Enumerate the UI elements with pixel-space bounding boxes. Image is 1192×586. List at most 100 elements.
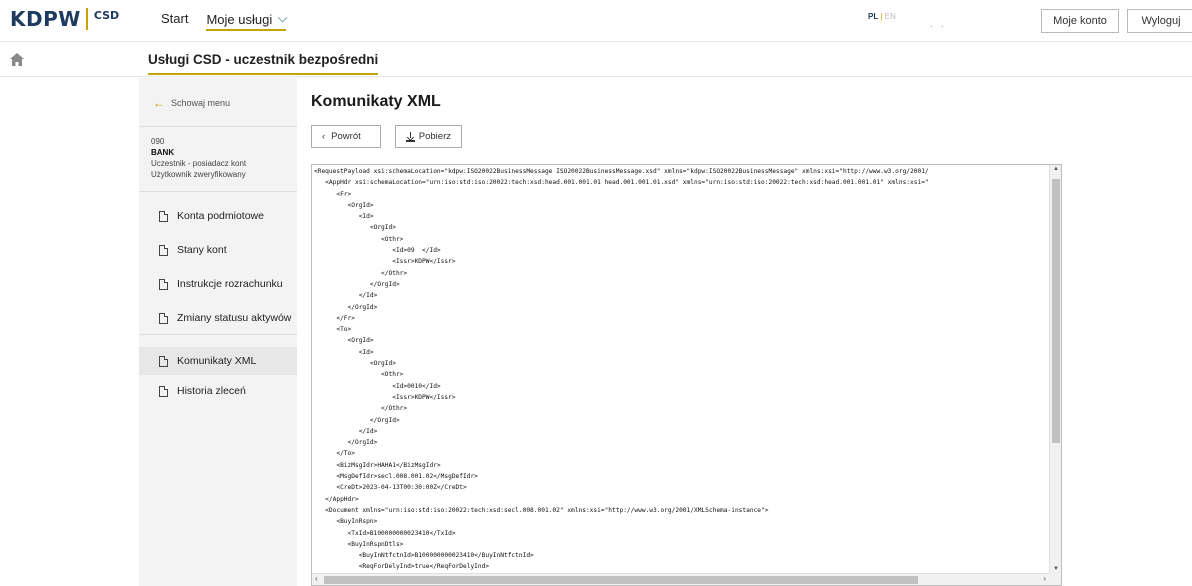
- xml-line: <BizMsgIdr>HAHA1</BizMsgIdr>: [314, 461, 441, 469]
- xml-line: <BuyInRspn>: [314, 518, 378, 526]
- sidebar-item-zmiany-statusu-aktywow[interactable]: Zmiany statusu aktywów: [139, 304, 297, 332]
- xml-line: <Othr>: [314, 371, 404, 379]
- sidebar-item-label: Konta podmiotowe: [177, 210, 264, 222]
- document-icon: [159, 312, 168, 324]
- xml-line: <Issr>KDPW</Issr>: [314, 393, 456, 401]
- download-button[interactable]: Pobierz: [395, 125, 462, 148]
- xml-line: <BuyInNtfctnId>B100000000023410</BuyInNt…: [314, 552, 534, 560]
- my-account-button[interactable]: Moje konto: [1041, 9, 1119, 33]
- sub-header: Usługi CSD - uczestnik bezpośredni: [0, 43, 1192, 77]
- xml-line: <Document xmlns="urn:iso:std:iso:20022:t…: [314, 506, 769, 514]
- xml-line: <MsgDefIdr>secl.008.001.02</MsgDefIdr>: [314, 473, 478, 481]
- home-icon[interactable]: [10, 53, 24, 66]
- xml-line: </Othr>: [314, 405, 408, 413]
- user-status: Użytkownik zweryfikowany: [151, 170, 246, 179]
- user-info: 090 BANK Uczestnik - posiadacz kont Użyt…: [151, 136, 246, 180]
- xml-line: </OrgId>: [314, 416, 400, 424]
- nav-start[interactable]: Start: [161, 11, 188, 31]
- xml-line: </AppHdr>: [314, 495, 359, 503]
- xml-line: <Id>: [314, 213, 374, 221]
- vertical-scroll-thumb[interactable]: [1052, 179, 1060, 443]
- download-label: Pobierz: [418, 131, 451, 142]
- sidebar-item-label: Instrukcje rozrachunku: [177, 278, 283, 290]
- xml-line: <Fr>: [314, 190, 352, 198]
- scroll-down-icon[interactable]: ▼: [1053, 566, 1059, 572]
- divider: [139, 191, 297, 192]
- scroll-up-icon[interactable]: ▲: [1053, 166, 1059, 172]
- xml-line: <OrgId>: [314, 337, 374, 345]
- lang-en[interactable]: EN: [885, 12, 896, 21]
- xml-line: </To>: [314, 450, 355, 458]
- arrow-left-icon: ←: [153, 96, 165, 110]
- divider: [139, 334, 297, 335]
- logo-sub: CSD: [93, 9, 120, 22]
- kdpw-logo[interactable]: KDPW CSD: [10, 7, 119, 31]
- download-icon: [406, 131, 415, 142]
- sidebar-item-komunikaty-xml[interactable]: Komunikaty XML: [139, 347, 297, 375]
- sidebar-item-instrukcje-rozrachunku[interactable]: Instrukcje rozrachunku: [139, 270, 297, 298]
- chevron-left-icon: ‹: [322, 131, 326, 142]
- horizontal-scroll-thumb[interactable]: [324, 576, 918, 584]
- lang-separator: |: [880, 12, 883, 21]
- sidebar: ← Schowaj menu 090 BANK Uczestnik - posi…: [139, 78, 297, 586]
- xml-line: <To>: [314, 326, 352, 334]
- document-icon: [159, 244, 168, 256]
- logo-text: KDPW: [10, 7, 81, 31]
- top-bar: KDPW CSD Start Moje usługi PL | EN · · M…: [0, 0, 1192, 42]
- hide-menu-label: Schowaj menu: [171, 98, 231, 108]
- document-icon: [159, 385, 168, 397]
- xml-line: <Othr>: [314, 235, 404, 243]
- document-icon: [159, 278, 168, 290]
- sidebar-item-label: Komunikaty XML: [177, 355, 257, 367]
- sidebar-item-historia-zlecen[interactable]: Historia zleceń: [139, 377, 297, 405]
- xml-line: <Issr>KDPW</Issr>: [314, 258, 456, 266]
- vertical-scrollbar[interactable]: ▲ ▼: [1049, 165, 1061, 573]
- xml-line: <OrgId>: [314, 201, 374, 209]
- xml-line: </Fr>: [314, 314, 355, 322]
- horizontal-scrollbar[interactable]: ‹ ›: [312, 573, 1049, 585]
- lang-pl[interactable]: PL: [868, 12, 878, 21]
- document-icon: [159, 355, 168, 367]
- sidebar-item-label: Historia zleceń: [177, 385, 246, 397]
- xml-viewer[interactable]: <RequestPayload xsi:schemaLocation="kdpw…: [311, 164, 1062, 586]
- section-title: Usługi CSD - uczestnik bezpośredni: [148, 52, 379, 75]
- divider: [139, 126, 297, 127]
- hide-menu-button[interactable]: ← Schowaj menu: [153, 96, 230, 110]
- xml-line: </Othr>: [314, 269, 408, 277]
- logout-button[interactable]: Wyloguj: [1127, 9, 1192, 33]
- xml-line: <Id>: [314, 348, 374, 356]
- sidebar-item-stany-kont[interactable]: Stany kont: [139, 236, 297, 264]
- xml-line: <AppHdr xsi:schemaLocation="urn:iso:std:…: [314, 179, 929, 187]
- scroll-right-icon[interactable]: ›: [1043, 574, 1046, 583]
- xml-line: <CreDt>2023-04-13T00:30:00Z</CreDt>: [314, 484, 467, 492]
- xml-line: <RequestPayload xsi:schemaLocation="kdpw…: [314, 168, 929, 175]
- xml-line: </Id>: [314, 427, 378, 435]
- user-code: 090: [151, 137, 165, 146]
- back-button[interactable]: ‹ Powrót: [311, 125, 381, 148]
- xml-line: <OrgId>: [314, 224, 396, 232]
- logo-divider: [85, 8, 88, 30]
- xml-line: <ReqForDelyInd>true</ReqForDelyInd>: [314, 563, 490, 571]
- page-title: Komunikaty XML: [311, 93, 441, 110]
- xml-line: </OrgId>: [314, 439, 378, 447]
- sidebar-item-konta-podmiotowe[interactable]: Konta podmiotowe: [139, 202, 297, 230]
- xml-content[interactable]: <RequestPayload xsi:schemaLocation="kdpw…: [314, 166, 1050, 572]
- xml-line: </OrgId>: [314, 280, 400, 288]
- user-name: BANK: [151, 148, 175, 157]
- xml-line: <TxId>B100000000023410</TxId>: [314, 529, 456, 537]
- xml-line: </OrgId>: [314, 303, 378, 311]
- xml-line: <Id>0010</Id>: [314, 382, 441, 390]
- document-icon: [159, 210, 168, 222]
- user-role: Uczestnik - posiadacz kont: [151, 159, 247, 168]
- sidebar-item-label: Zmiany statusu aktywów: [177, 312, 292, 324]
- nav-moje-uslugi[interactable]: Moje usługi: [206, 11, 288, 31]
- scroll-left-icon[interactable]: ‹: [315, 574, 318, 583]
- sidebar-item-label: Stany kont: [177, 244, 227, 256]
- chevron-down-icon: [277, 12, 288, 22]
- xml-line: <Id>09 </Id>: [314, 247, 441, 255]
- main-nav: Start Moje usługi: [161, 11, 288, 31]
- language-switch: PL | EN: [868, 12, 896, 21]
- decorative-dots: · ·: [930, 22, 947, 31]
- xml-line: <OrgId>: [314, 360, 396, 368]
- resize-corner[interactable]: [1049, 573, 1061, 585]
